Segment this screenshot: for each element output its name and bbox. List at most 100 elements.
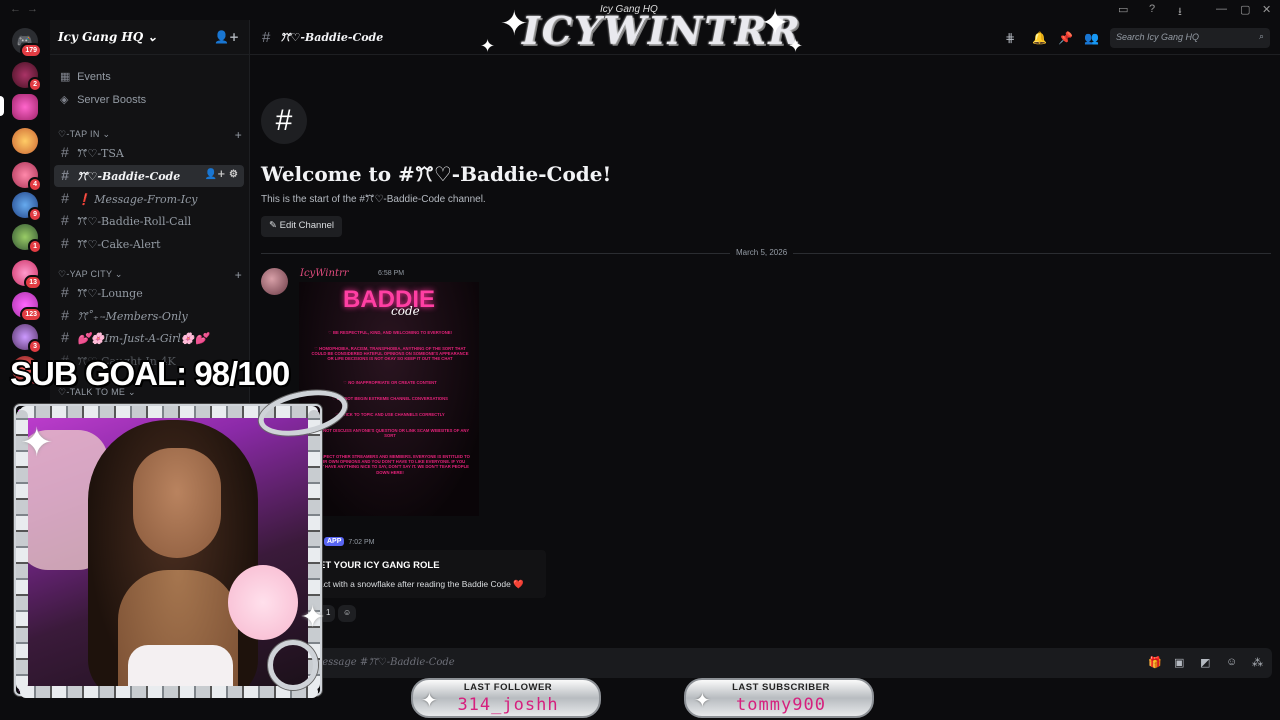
add-reaction-button[interactable]: ☺	[338, 605, 357, 622]
folder-icon[interactable]: 📁	[664, 694, 679, 708]
message-timestamp: 7:02 PM	[348, 539, 375, 546]
hash-icon: #	[61, 190, 69, 206]
last-follower-label: LAST FOLLOWER	[463, 682, 553, 693]
welcome-subtitle: This is the start of the #ꔫ♡-Baddie-Code…	[261, 194, 486, 205]
embed-description: act with a snowflake after reading the B…	[319, 579, 524, 589]
message-composer[interactable]: Message #ꔫ♡-Baddie-Code 🎁 ▣ ◩ ☺ ⁂	[262, 648, 1272, 678]
volume-icon[interactable]: 🔊	[1214, 695, 1226, 706]
category-tap-in[interactable]: ♡-TAP IN ⌄ +	[58, 128, 242, 142]
category-yap-city[interactable]: ♡-YAP CITY ⌄ +	[58, 268, 242, 282]
apps-icon[interactable]: ⁂	[1252, 656, 1263, 669]
emoji-icon[interactable]: ☺	[1226, 656, 1237, 668]
minimize-button[interactable]: —	[1216, 3, 1227, 15]
sticker-icon[interactable]: ◩	[1200, 656, 1210, 669]
channel-label: 💕🌸Im-Just-A-Girl🌸💕	[77, 332, 209, 345]
events-link[interactable]: ▦ Events	[50, 66, 250, 88]
poster-rule: ♡ HOMOPHOBIA, RACISM, TRANSPHOBIA, ANYTH…	[311, 346, 469, 362]
stream-logo: ✦ ✦ ICYWINTRR ✦ ✦	[470, 2, 820, 60]
add-channel-icon[interactable]: +	[235, 128, 242, 142]
server-icon[interactable]: 2	[12, 62, 42, 92]
inbox-icon[interactable]: ▭	[1118, 3, 1128, 16]
unread-badge: 1	[28, 239, 42, 254]
unread-badge: 13	[24, 275, 42, 290]
clock-time: 7:07 PM	[1228, 692, 1258, 701]
hash-icon: #	[61, 284, 69, 300]
help-icon[interactable]: ?	[1149, 3, 1155, 15]
add-channel-icon[interactable]: +	[235, 268, 242, 282]
bell-icon[interactable]: 🔔	[1032, 31, 1047, 45]
hash-icon: #	[262, 29, 271, 46]
unread-badge: 3	[28, 339, 42, 354]
server-boosts-link[interactable]: ◈ Server Boosts	[50, 89, 250, 111]
direct-messages-icon[interactable]: 🎮 179	[12, 28, 42, 58]
invite-icon[interactable]: 👤+	[214, 30, 239, 44]
sparkle-icon: ✦	[20, 421, 54, 465]
gif-icon[interactable]: ▣	[1174, 656, 1184, 669]
events-label: Events	[77, 71, 111, 83]
server-icon[interactable]: 4	[12, 162, 42, 192]
welcome-title: Welcome to #ꔫ♡-Baddie-Code!	[261, 162, 612, 186]
avatar[interactable]	[261, 268, 288, 295]
search-input[interactable]: Search Icy Gang HQ ⌕	[1110, 28, 1270, 48]
calendar-icon: ▦	[60, 71, 71, 83]
poster-rule: ♡ DO NOT DISCUSS ANYONE'S QUESTION OR LI…	[310, 428, 470, 439]
channel-item-lounge[interactable]: # ꔫ♡-Lounge	[54, 282, 244, 304]
clock[interactable]: 7:07 PM 3/5/2026	[1227, 691, 1258, 713]
server-name: Icy Gang HQ ⌄	[58, 30, 158, 44]
close-button[interactable]: ✕	[1262, 3, 1271, 16]
main-chat: # ꔫ♡-Baddie-Code ⋕ 🔔 📌 👥 Search Icy Gang…	[250, 20, 1280, 680]
threads-icon[interactable]: ⋕	[1005, 31, 1015, 45]
server-icon[interactable]: 9	[12, 192, 42, 222]
poster-rule: ♡ RESPECT OTHER STREAMERS AND MEMBERS. E…	[310, 454, 470, 475]
poster-title: BADDIE	[342, 286, 435, 313]
nav-arrows-icon[interactable]: ←→	[10, 3, 44, 15]
hash-icon: #	[61, 167, 69, 183]
category-label: ♡-TAP IN ⌄	[58, 129, 111, 139]
sparkle-icon: ✦	[788, 36, 804, 56]
message-author[interactable]: IcyWintrr	[300, 268, 349, 279]
pin-icon[interactable]: 📌	[1058, 31, 1073, 45]
hash-icon: #	[61, 144, 69, 160]
server-icon[interactable]: 123	[12, 292, 42, 322]
sparkle-icon: ✦	[300, 601, 326, 634]
server-icon[interactable]: 3	[12, 324, 42, 354]
last-subscriber-name: tommy900	[736, 695, 826, 715]
hash-icon: #	[61, 212, 69, 228]
channel-label: ꔫ♡-Baddie-Code	[77, 170, 181, 183]
server-icon[interactable]: 13	[12, 260, 42, 290]
hash-icon: #	[61, 329, 69, 345]
message-timestamp: 6:58 PM	[378, 270, 405, 277]
server-icon-icy-gang-hq[interactable]	[12, 94, 38, 120]
copilot-icon[interactable]: ◆	[636, 694, 645, 708]
gift-icon[interactable]: 🎁	[1148, 656, 1162, 669]
chevron-up-icon[interactable]: ^	[1134, 695, 1139, 706]
channel-label: ❗ Message-From-Icy	[77, 193, 198, 206]
channel-item-baddie-roll-call[interactable]: # ꔫ♡-Baddie-Roll-Call	[54, 210, 244, 232]
tray-app-icon[interactable]: ◉	[1156, 695, 1165, 706]
channel-settings-icon[interactable]: 👤+ ⚙	[205, 169, 238, 180]
channel-item-cake-alert[interactable]: # ꔫ♡-Cake-Alert	[54, 233, 244, 255]
channel-item-members-only[interactable]: # ꔫ˚₊‧-Members-Only	[54, 305, 244, 327]
channel-item-message-from-icy[interactable]: # ❗ Message-From-Icy	[54, 188, 244, 210]
channel-label: ꔫ♡-Baddie-Roll-Call	[77, 215, 192, 228]
weather-label: Clear	[30, 705, 47, 712]
date-divider-label: March 5, 2026	[730, 248, 794, 257]
server-icon[interactable]: 1	[12, 224, 42, 254]
server-icon[interactable]	[12, 128, 38, 154]
files-icon[interactable]: ▢	[608, 694, 619, 708]
maximize-button[interactable]: ▢	[1240, 3, 1250, 16]
channel-title: ꔫ♡-Baddie-Code	[280, 31, 384, 44]
channel-item-baddie-code[interactable]: # ꔫ♡-Baddie-Code 👤+ ⚙	[54, 165, 244, 187]
members-icon[interactable]: 👥	[1084, 31, 1099, 45]
app-badge: APP	[324, 537, 345, 546]
network-icon[interactable]: ▭	[1198, 695, 1207, 706]
edit-channel-button[interactable]: ✎ Edit Channel	[261, 216, 343, 237]
unread-badge: 9	[28, 207, 42, 222]
unread-badge: 179	[20, 43, 42, 58]
channel-item-im-just-a-girl[interactable]: # 💕🌸Im-Just-A-Girl🌸💕	[54, 327, 244, 349]
search-icon: ⌕	[1258, 31, 1264, 41]
channel-item-tsa[interactable]: # ꔫ♡-TSA	[54, 142, 244, 164]
microphone-icon[interactable]: 🎙	[1178, 695, 1191, 706]
sparkle-icon: ✦	[480, 36, 496, 56]
server-header[interactable]: Icy Gang HQ ⌄ 👤+	[50, 20, 249, 55]
